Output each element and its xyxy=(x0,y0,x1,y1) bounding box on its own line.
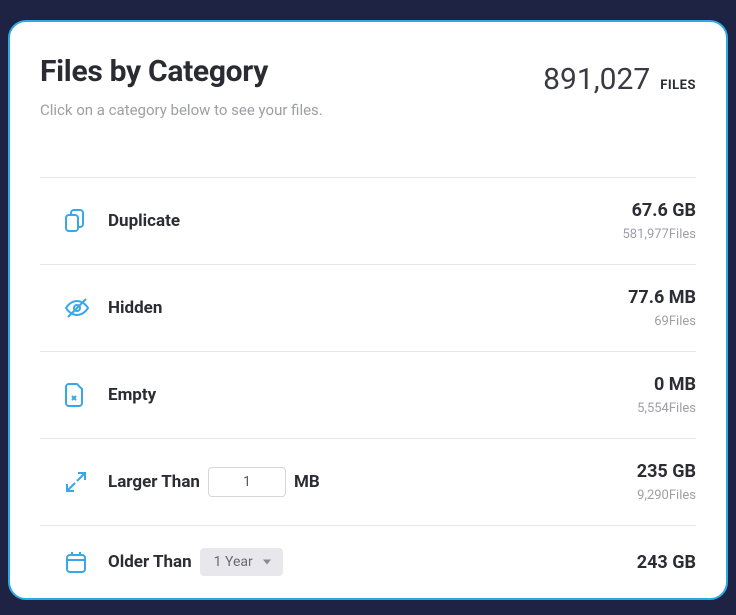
category-row-empty[interactable]: Empty 0 MB 5,554Files xyxy=(40,351,696,438)
larger-than-input[interactable] xyxy=(208,467,286,497)
category-label-prefix: Older Than xyxy=(108,552,192,572)
category-label-suffix: MB xyxy=(294,472,320,492)
category-size: 0 MB xyxy=(637,374,696,395)
hidden-icon xyxy=(64,297,108,319)
total-count-label: FILES xyxy=(660,78,696,93)
category-row-hidden[interactable]: Hidden 77.6 MB 69Files xyxy=(40,264,696,351)
total-count-value: 891,027 xyxy=(543,62,650,97)
category-size: 67.6 GB xyxy=(622,200,696,221)
older-than-icon xyxy=(64,550,108,574)
category-label: Hidden xyxy=(108,298,162,318)
older-than-dropdown[interactable]: 1 Year xyxy=(200,548,283,576)
duplicate-icon xyxy=(64,208,108,234)
page-subtitle: Click on a category below to see your fi… xyxy=(40,101,323,119)
category-size: 77.6 MB xyxy=(628,287,696,308)
category-list: Duplicate 67.6 GB 581,977Files Hidden 77… xyxy=(40,177,696,598)
page-title: Files by Category xyxy=(40,54,323,89)
larger-than-icon xyxy=(64,470,108,494)
category-file-count: 581,977Files xyxy=(622,227,696,242)
category-size: 235 GB xyxy=(637,461,696,482)
empty-icon xyxy=(64,382,108,408)
title-area: Files by Category Click on a category be… xyxy=(40,54,323,119)
category-row-larger-than[interactable]: Larger Than MB 235 GB 9,290Files xyxy=(40,438,696,525)
category-label: Empty xyxy=(108,385,156,405)
category-file-count: 69Files xyxy=(628,314,696,329)
files-by-category-card: Files by Category Click on a category be… xyxy=(8,20,728,600)
card-header: Files by Category Click on a category be… xyxy=(40,54,696,119)
total-files-count: 891,027 FILES xyxy=(543,62,696,97)
category-file-count: 5,554Files xyxy=(637,401,696,416)
category-file-count: 9,290Files xyxy=(637,488,696,503)
category-size: 243 GB xyxy=(637,552,696,573)
category-row-duplicate[interactable]: Duplicate 67.6 GB 581,977Files xyxy=(40,177,696,264)
category-row-older-than[interactable]: Older Than 1 Year 243 GB xyxy=(40,525,696,598)
category-label-prefix: Larger Than xyxy=(108,472,200,492)
category-label: Duplicate xyxy=(108,211,180,231)
